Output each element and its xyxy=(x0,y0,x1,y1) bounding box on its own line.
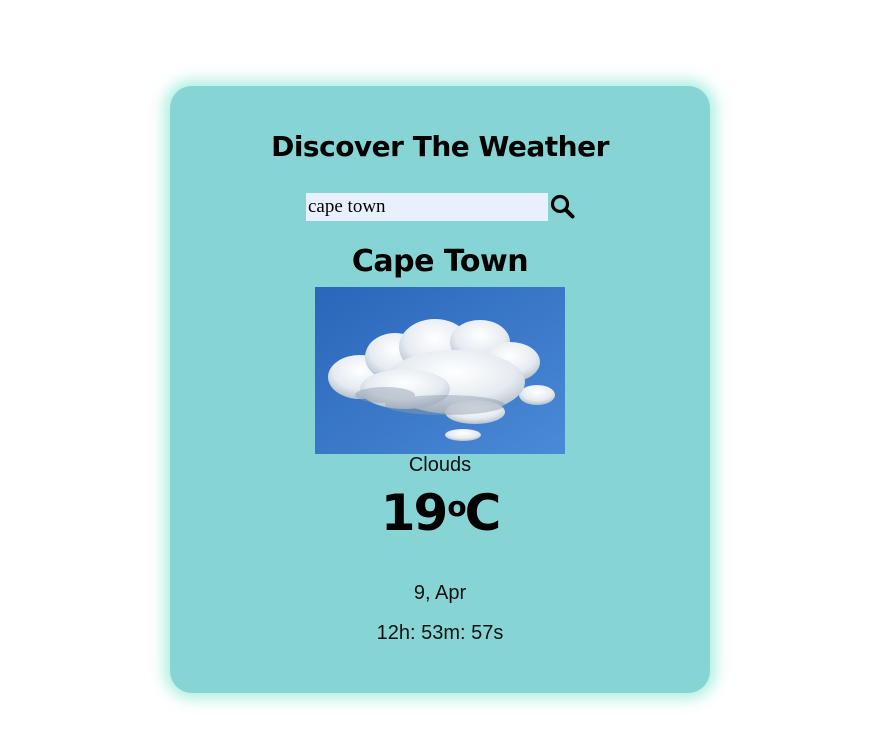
search-button[interactable] xyxy=(549,192,577,222)
temperature-value: 19 xyxy=(380,484,449,542)
weather-condition-image xyxy=(315,287,565,454)
search-bar xyxy=(306,192,576,222)
weather-condition: Clouds xyxy=(408,454,472,476)
city-name: Cape Town xyxy=(351,244,529,279)
temperature-unit: C xyxy=(464,484,502,542)
search-icon xyxy=(550,194,575,219)
date-label: 9, Apr xyxy=(413,582,467,604)
time-label: 12h: 53m: 57s xyxy=(376,622,504,644)
degree-symbol: o xyxy=(447,490,466,523)
app-title: Discover The Weather xyxy=(271,130,609,163)
weather-card: Discover The Weather Cape Town xyxy=(170,86,710,693)
cloud-sky-image xyxy=(315,287,565,454)
city-search-input[interactable] xyxy=(306,193,548,221)
temperature: 19oC xyxy=(170,484,710,542)
